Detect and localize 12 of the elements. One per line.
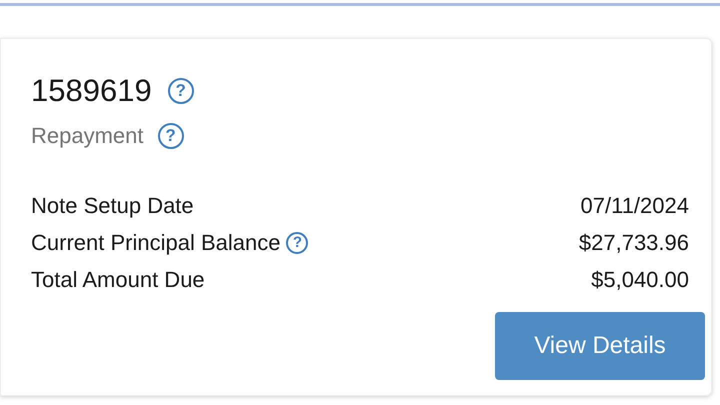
field-label: Total Amount Due (31, 266, 205, 292)
note-type: Repayment (31, 123, 144, 149)
field-value: $5,040.00 (591, 266, 689, 292)
field-label: Note Setup Date (31, 192, 194, 218)
help-icon[interactable]: ? (286, 232, 308, 254)
note-number: 1589619 (31, 73, 152, 109)
field-value: $27,733.96 (578, 230, 689, 256)
help-icon[interactable]: ? (158, 123, 184, 149)
view-details-button[interactable]: View Details (495, 312, 705, 380)
help-icon[interactable]: ? (168, 78, 194, 104)
field-value: 07/11/2024 (580, 192, 689, 218)
field-label: Current Principal Balance (31, 230, 280, 256)
